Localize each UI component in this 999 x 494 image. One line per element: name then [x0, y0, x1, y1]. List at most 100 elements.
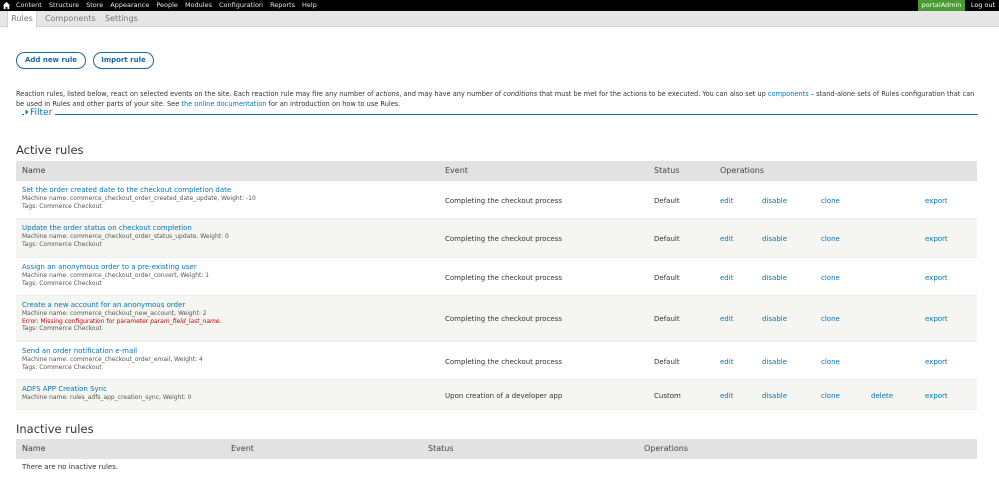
edit-link[interactable]: edit: [720, 235, 733, 243]
rule-status: Default: [654, 315, 680, 323]
toolbar-item-content[interactable]: Content: [16, 0, 42, 11]
error-suffix: .: [219, 317, 222, 325]
clone-link[interactable]: clone: [821, 315, 840, 323]
header-name: Name: [22, 166, 46, 175]
rule-machine-name: Machine name: commerce_checkout_new_acco…: [22, 310, 207, 317]
tab-bar: Rules Components Settings: [0, 11, 999, 28]
table-row: Set the order created date to the checko…: [16, 181, 977, 219]
rule-name-link[interactable]: Set the order created date to the checko…: [22, 186, 256, 195]
table-row: ADFS APP Creation Sync Machine name: rul…: [16, 380, 977, 410]
delete-link[interactable]: delete: [871, 392, 893, 400]
toolbar-menu: Content Structure Store Appearance Peopl…: [16, 0, 324, 11]
export-link[interactable]: export: [925, 197, 948, 205]
rule-tags: Tags: Commerce Checkout: [22, 202, 102, 210]
table-row: Assign an anonymous order to a pre-exist…: [16, 258, 977, 296]
disable-link[interactable]: disable: [762, 392, 787, 400]
logout-link[interactable]: Log out: [967, 0, 999, 11]
rule-event: Completing the checkout process: [445, 197, 563, 205]
toolbar-item-people[interactable]: People: [156, 0, 178, 11]
table-header: Name Event Status Operations: [16, 439, 977, 459]
description-text-2: , and may have any number of: [399, 90, 504, 98]
disable-link[interactable]: disable: [762, 197, 787, 205]
description-text-3: that must be met for the actions to be e…: [537, 90, 768, 98]
clone-link[interactable]: clone: [821, 358, 840, 366]
import-rule-button[interactable]: Import rule: [93, 52, 154, 69]
edit-link[interactable]: edit: [720, 315, 733, 323]
header-status: Status: [654, 166, 680, 175]
user-account-link[interactable]: portalAdmin: [918, 0, 965, 11]
edit-link[interactable]: edit: [720, 392, 733, 400]
components-link[interactable]: components: [768, 90, 809, 98]
rule-status: Default: [654, 358, 680, 366]
disable-link[interactable]: disable: [762, 235, 787, 243]
rule-event: Completing the checkout process: [445, 315, 563, 323]
rule-name-link[interactable]: Create a new account for an anonymous or…: [22, 301, 221, 310]
rule-status: Default: [654, 235, 680, 243]
filter-fieldset: Filter: [16, 108, 978, 118]
tab-components[interactable]: Components: [45, 11, 96, 27]
rule-machine-name: Machine name: commerce_checkout_order_em…: [22, 356, 203, 363]
empty-table-row: There are no inactive rules.: [16, 459, 977, 477]
disable-link[interactable]: disable: [762, 358, 787, 366]
edit-link[interactable]: edit: [720, 358, 733, 366]
clone-link[interactable]: clone: [821, 197, 840, 205]
rule-name-link[interactable]: Send an order notification e-mail: [22, 347, 203, 356]
rule-name-link[interactable]: Assign an anonymous order to a pre-exist…: [22, 263, 209, 272]
tab-settings[interactable]: Settings: [105, 11, 138, 27]
empty-message: There are no inactive rules.: [22, 463, 119, 471]
rule-event: Completing the checkout process: [445, 235, 563, 243]
toolbar-item-appearance[interactable]: Appearance: [110, 0, 149, 11]
disable-link[interactable]: disable: [762, 315, 787, 323]
rule-name-link[interactable]: ADFS APP Creation Sync: [22, 385, 191, 394]
admin-toolbar: Content Structure Store Appearance Peopl…: [0, 0, 999, 11]
rule-status: Default: [654, 197, 680, 205]
description-text-1: Reaction rules, listed below, react on s…: [16, 90, 376, 98]
header-event: Event: [445, 166, 468, 175]
clone-link[interactable]: clone: [821, 392, 840, 400]
clone-link[interactable]: clone: [821, 235, 840, 243]
edit-link[interactable]: edit: [720, 197, 733, 205]
export-link[interactable]: export: [925, 274, 948, 282]
header-operations: Operations: [720, 166, 764, 175]
toolbar-item-help[interactable]: Help: [302, 0, 317, 11]
clone-link[interactable]: clone: [821, 274, 840, 282]
rule-status: Custom: [654, 392, 681, 400]
error-parameter: param_field_last_name: [150, 317, 220, 325]
disable-link[interactable]: disable: [762, 274, 787, 282]
toolbar-item-store[interactable]: Store: [86, 0, 103, 11]
tab-rules[interactable]: Rules: [7, 11, 37, 28]
edit-link[interactable]: edit: [720, 274, 733, 282]
filter-toggle[interactable]: Filter: [24, 108, 56, 118]
export-link[interactable]: export: [925, 315, 948, 323]
table-row: Create a new account for an anonymous or…: [16, 296, 977, 342]
rule-name-link[interactable]: Update the order status on checkout comp…: [22, 224, 229, 233]
rule-status: Default: [654, 274, 680, 282]
table-row: Send an order notification e-mail Machin…: [16, 342, 977, 380]
export-link[interactable]: export: [925, 358, 948, 366]
active-rules-table: Name Event Status Operations Set the ord…: [16, 161, 977, 410]
export-link[interactable]: export: [925, 392, 948, 400]
toolbar-item-structure[interactable]: Structure: [49, 0, 79, 11]
rule-event: Upon creation of a developer app: [445, 392, 563, 400]
rule-event: Completing the checkout process: [445, 358, 563, 366]
rule-machine-name: Machine name: rules_adfs_app_creation_sy…: [22, 394, 192, 401]
table-row: Update the order status on checkout comp…: [16, 219, 977, 258]
description-text-5: for an introduction on how to use Rules.: [266, 99, 401, 108]
home-icon[interactable]: [2, 1, 11, 10]
header-event: Event: [231, 444, 254, 453]
toolbar-item-reports[interactable]: Reports: [270, 0, 295, 11]
header-status: Status: [428, 444, 454, 453]
rule-error-message: Error: Missing configuration for paramet…: [22, 318, 221, 326]
add-new-rule-button[interactable]: Add new rule: [16, 52, 86, 69]
rule-event: Completing the checkout process: [445, 274, 563, 282]
description-conditions-term: conditions: [503, 90, 538, 98]
description-actions-term: actions: [375, 90, 400, 98]
error-text: Error: Missing configuration for paramet…: [22, 317, 151, 325]
table-header: Name Event Status Operations: [16, 161, 977, 181]
online-documentation-link[interactable]: the online documentation: [181, 100, 266, 108]
header-operations: Operations: [644, 444, 688, 453]
rule-machine-name: Machine name: commerce_checkout_order_cr…: [22, 195, 256, 202]
toolbar-item-configuration[interactable]: Configuration: [219, 0, 263, 11]
export-link[interactable]: export: [925, 235, 948, 243]
toolbar-item-modules[interactable]: Modules: [185, 0, 212, 11]
